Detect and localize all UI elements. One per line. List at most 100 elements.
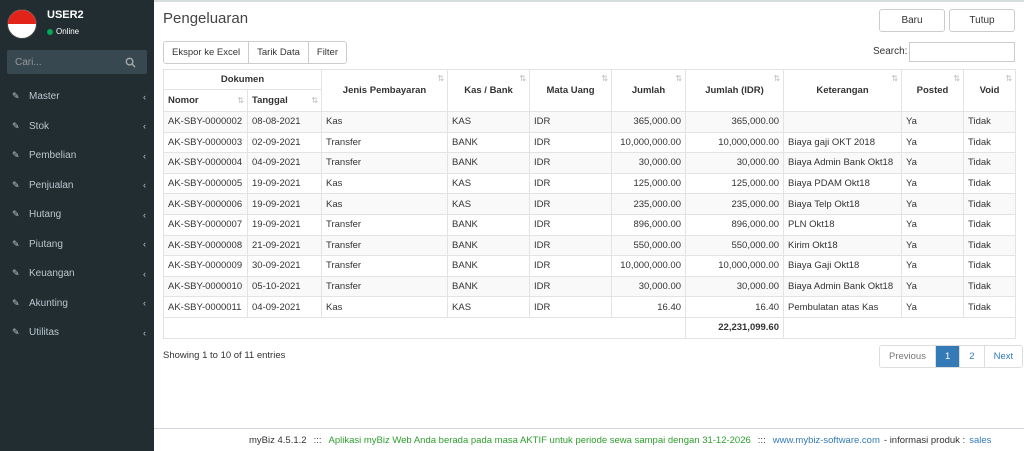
total-spacer [162,316,687,339]
sort-icon[interactable]: ⇅ [675,74,682,83]
cell-void: Tidak [963,296,1017,318]
license-notice: Aplikasi myBiz Web Anda berada pada masa… [328,434,751,446]
cell-kas: KAS [447,193,531,215]
cell-mu: IDR [529,172,613,195]
sidebar-search-input[interactable] [7,56,117,68]
cell-kas: BANK [447,275,531,298]
table-row[interactable]: AK-SBY-0000004 04-09-2021 Transfer BANK IDR 3… [163,152,1017,174]
sidebar-item-master[interactable]: ✎ Master ‹ [0,82,154,112]
col-posted[interactable]: Posted ⇅ [901,69,965,112]
sidebar-item-keuangan[interactable]: ✎ Keuangan ‹ [0,259,154,289]
previous-button[interactable]: Previous [880,346,936,367]
sort-icon[interactable]: ⇅ [519,74,526,83]
cell-jenis: Kas [321,172,449,195]
table-row[interactable]: AK-SBY-0000007 19-09-2021 Transfer BANK IDR 8… [163,213,1017,236]
page-1-button[interactable]: 1 [935,346,961,367]
cell-nomor: AK-SBY-0000004 [163,152,248,174]
edit-icon: ✎ [12,120,20,131]
cell-jumlah_idr: 16.40 [685,296,785,318]
cell-void: Tidak [963,111,1017,133]
table-row[interactable]: AK-SBY-0000011 04-09-2021 Kas KAS IDR 16.40 16… [163,296,1017,318]
sidebar-item-pembelian[interactable]: ✎ Pembelian ‹ [0,141,154,171]
cell-jenis: Kas [321,193,449,215]
main-content: Pengeluaran Baru Tutup Ekspor ke Excel T… [154,0,1024,428]
cell-jumlah: 10,000,000.00 [611,131,687,154]
sort-icon[interactable]: ⇅ [891,74,898,83]
col-void[interactable]: Void ⇅ [963,69,1017,112]
sort-icon[interactable]: ⇅ [1005,74,1012,83]
cell-ket: PLN Okt18 [783,213,903,236]
col-keterangan[interactable]: Keterangan ⇅ [783,69,903,112]
expense-table: Dokumen Jenis Pembayaran ⇅ Kas / Bank ⇅ Ma… [162,69,1017,339]
sidebar-item-label: Stok [29,120,50,132]
cell-ket: Biaya PDAM Okt18 [783,172,903,195]
table-body: AK-SBY-0000002 08-08-2021 Kas KAS IDR 365,000… [162,111,1017,339]
cell-mu: IDR [529,152,613,174]
new-button[interactable]: Baru [879,9,945,32]
cell-ket: Biaya Admin Bank Okt18 [783,152,903,174]
cell-mu: IDR [529,255,613,277]
table-search-input[interactable] [909,42,1015,62]
chevron-left-icon: ‹ [143,239,146,250]
cell-jumlah: 30,000.00 [611,275,687,298]
page-2-button[interactable]: 2 [960,346,985,367]
cell-ket: Kirim Okt18 [783,234,903,257]
sort-icon[interactable]: ⇅ [953,74,960,83]
col-kas[interactable]: Kas / Bank ⇅ [447,69,531,112]
product-info-text: - informasi produk : [883,434,966,446]
sort-icon[interactable]: ⇅ [237,96,244,105]
pull-data-button[interactable]: Tarik Data [249,42,309,63]
total-row: 22,231,099.60 [162,316,1017,339]
website-link[interactable]: www.mybiz-software.com [773,435,880,446]
col-tanggal[interactable]: Tanggal ⇅ [246,89,323,112]
search-icon[interactable] [117,50,143,74]
sidebar-item-akunting[interactable]: ✎ Akunting ‹ [0,289,154,319]
cell-tanggal: 19-09-2021 [246,193,323,215]
col-jumlah-idr[interactable]: Jumlah (IDR) ⇅ [685,69,785,112]
table-row[interactable]: AK-SBY-0000008 21-09-2021 Transfer BANK IDR 5… [163,234,1017,257]
col-nomor[interactable]: Nomor ⇅ [163,89,248,112]
footer-separator: ::: [757,434,766,446]
cell-jenis: Kas [321,296,449,318]
sales-email-link[interactable]: sales [969,435,991,446]
version-text: myBiz 4.5.1.2 [249,434,307,446]
cell-jenis: Transfer [321,255,449,277]
cell-jenis: Transfer [321,213,449,236]
table-row[interactable]: AK-SBY-0000009 30-09-2021 Transfer BANK IDR 1… [163,255,1017,277]
table-row[interactable]: AK-SBY-0000003 02-09-2021 Transfer BANK IDR 1… [163,131,1017,154]
sidebar-item-piutang[interactable]: ✎ Piutang ‹ [0,230,154,260]
table-row[interactable]: AK-SBY-0000006 19-09-2021 Kas KAS IDR 235,000… [163,193,1017,215]
col-mata-uang[interactable]: Mata Uang ⇅ [529,69,613,112]
col-jumlah[interactable]: Jumlah ⇅ [611,69,687,112]
cell-void: Tidak [963,275,1017,298]
cell-mu: IDR [529,111,613,133]
sidebar-item-penjualan[interactable]: ✎ Penjualan ‹ [0,171,154,201]
table-row[interactable]: AK-SBY-0000005 19-09-2021 Kas KAS IDR 125,000… [163,172,1017,195]
next-button[interactable]: Next [984,346,1023,367]
chevron-left-icon: ‹ [143,150,146,161]
sidebar-item-utilitas[interactable]: ✎ Utilitas ‹ [0,318,154,348]
close-button[interactable]: Tutup [949,9,1015,32]
filter-button[interactable]: Filter [308,42,347,63]
cell-nomor: AK-SBY-0000002 [163,111,248,133]
table-row[interactable]: AK-SBY-0000010 05-10-2021 Transfer BANK IDR 3… [163,275,1017,298]
export-excel-button[interactable]: Ekspor ke Excel [164,42,250,63]
col-jenis[interactable]: Jenis Pembayaran ⇅ [321,69,449,112]
chevron-left-icon: ‹ [143,91,146,102]
cell-tanggal: 30-09-2021 [246,255,323,277]
sort-icon[interactable]: ⇅ [311,96,318,105]
total-spacer [783,316,1017,339]
cell-void: Tidak [963,213,1017,236]
sidebar-item-stok[interactable]: ✎ Stok ‹ [0,112,154,142]
chevron-left-icon: ‹ [143,327,146,338]
cell-jumlah_idr: 10,000,000.00 [685,255,785,277]
sort-icon[interactable]: ⇅ [601,74,608,83]
table-row[interactable]: AK-SBY-0000002 08-08-2021 Kas KAS IDR 365,000… [163,111,1017,133]
sort-icon[interactable]: ⇅ [773,74,780,83]
cell-posted: Ya [901,255,965,277]
cell-jumlah_idr: 896,000.00 [685,213,785,236]
sidebar-item-hutang[interactable]: ✎ Hutang ‹ [0,200,154,230]
cell-mu: IDR [529,296,613,318]
cell-jumlah: 10,000,000.00 [611,255,687,277]
sort-icon[interactable]: ⇅ [437,74,444,83]
